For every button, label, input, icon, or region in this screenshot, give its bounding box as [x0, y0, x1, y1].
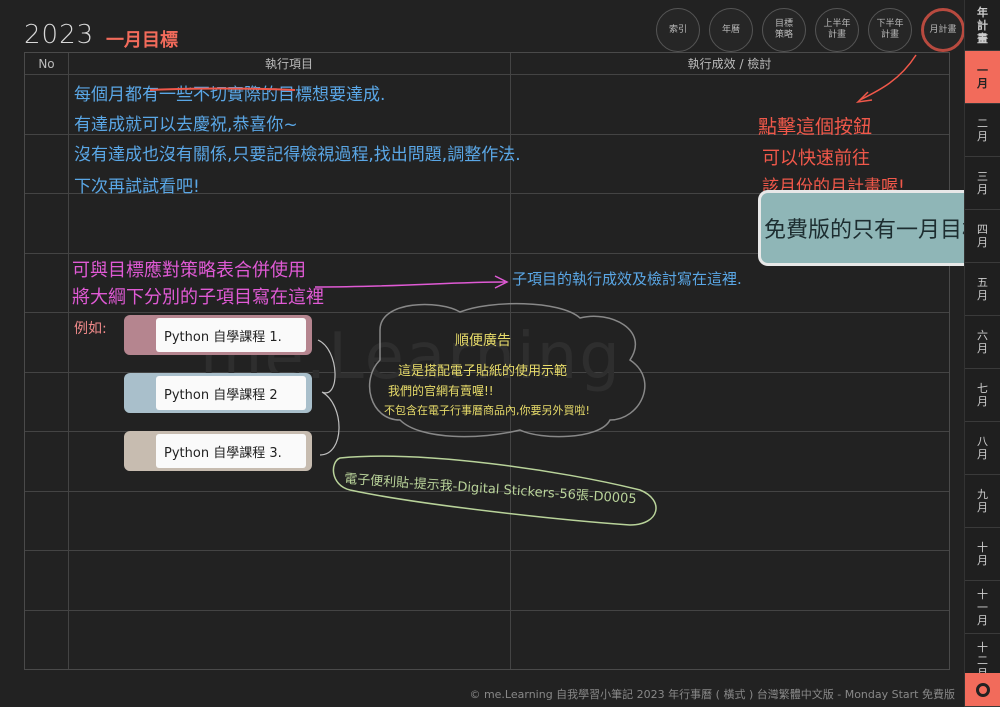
sidebar-month-1[interactable]: 一 月	[965, 51, 1000, 104]
footer-copyright: © me.Learning 自我學習小筆記 2023 年行事曆 ( 橫式 ) 台…	[469, 688, 955, 701]
month-sidebar: 年 計 畫 一 月 二 月 三 月 四 月 五 月 六 月 七 月 八 月 九 …	[964, 0, 1000, 707]
doodle-layer	[149, 54, 917, 526]
record-icon	[975, 682, 990, 697]
sidebar-month-8[interactable]: 八 月	[965, 422, 1000, 475]
sidebar-month-3[interactable]: 三 月	[965, 157, 1000, 210]
sidebar-month-10[interactable]: 十 月	[965, 528, 1000, 581]
sidebar-month-7[interactable]: 七 月	[965, 369, 1000, 422]
home-button[interactable]	[965, 673, 1000, 707]
sidebar-month-9[interactable]: 九 月	[965, 475, 1000, 528]
sidebar-month-4[interactable]: 四 月	[965, 210, 1000, 263]
sidebar-month-11[interactable]: 十 一 月	[965, 581, 1000, 634]
sidebar-month-6[interactable]: 六 月	[965, 316, 1000, 369]
sidebar-month-2[interactable]: 二 月	[965, 104, 1000, 157]
sidebar-year-plan[interactable]: 年 計 畫	[965, 0, 1000, 51]
sidebar-month-5[interactable]: 五 月	[965, 263, 1000, 316]
